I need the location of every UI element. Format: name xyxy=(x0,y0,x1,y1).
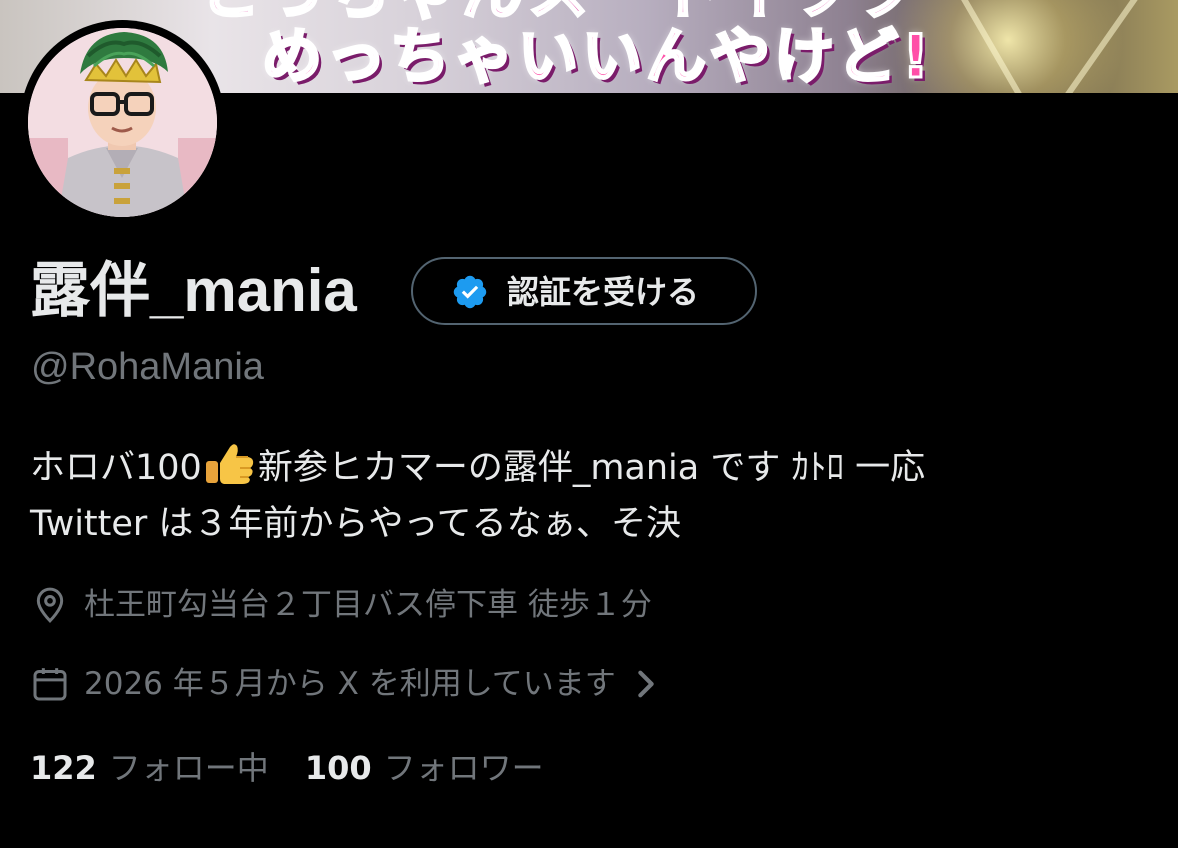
bio-line-1: ホロバ100 新参ヒカマーの露伴_mania です ｶﾄﾛ 一応 xyxy=(30,440,1150,496)
profile-join-date[interactable]: 2026 年５月から X を利用しています xyxy=(30,664,658,704)
bio-line-2: Twitter は３年前からやってるなぁ、そ決 xyxy=(30,504,681,544)
followers-link[interactable]: 100 フォロワー xyxy=(305,748,544,788)
thumbs-up-emoji-icon xyxy=(205,444,253,484)
followers-count: 100 xyxy=(304,749,372,787)
location-text: 杜王町勾当台２丁目バス停下車 徒歩１分 xyxy=(84,587,652,623)
following-label: フォロー中 xyxy=(108,749,269,787)
display-name: 露伴_mania xyxy=(30,257,357,324)
join-date-text: 2026 年５月から X を利用しています xyxy=(84,666,616,702)
following-count: 122 xyxy=(30,749,97,787)
bio-text: 新参ヒカマーの露伴_mania です ｶﾄﾛ 一応 xyxy=(257,448,926,488)
following-link[interactable]: 122 フォロー中 xyxy=(30,748,269,788)
avatar[interactable] xyxy=(20,20,225,225)
calendar-icon xyxy=(33,668,67,701)
followers-label: フォロワー xyxy=(383,749,544,787)
profile-location: 杜王町勾当台２丁目バス停下車 徒歩１分 xyxy=(30,585,652,625)
profile-bio: ホロバ100 新参ヒカマーの露伴_mania です ｶﾄﾛ 一応 Twitter… xyxy=(30,440,1150,552)
avatar-image xyxy=(28,28,217,217)
chevron-right-icon xyxy=(638,670,654,698)
location-pin-icon xyxy=(36,587,64,623)
user-handle: @RohaMania xyxy=(31,346,264,388)
banner-caption: めっちゃいいんやけど! xyxy=(260,21,934,94)
bio-text: ホロバ100 xyxy=(30,448,202,488)
get-verified-button[interactable]: 認証を受ける xyxy=(411,257,757,325)
verified-badge-icon xyxy=(453,275,487,309)
follow-stats: 122 フォロー中 100 フォロワー xyxy=(30,748,544,788)
get-verified-label: 認証を受ける xyxy=(507,273,700,311)
